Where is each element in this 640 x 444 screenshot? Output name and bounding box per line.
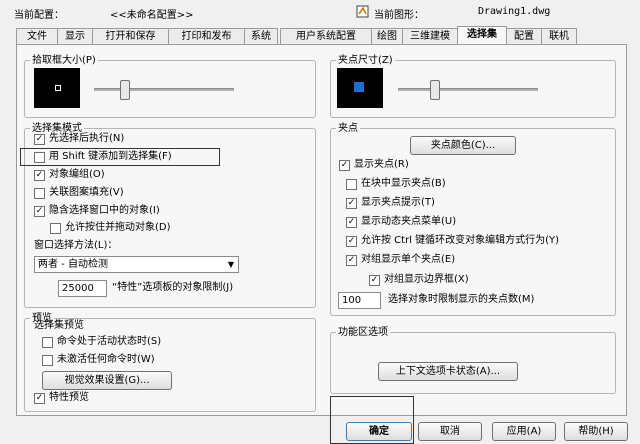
- dynamic-grip-menu-label: 显示动态夹点菜单(U): [361, 216, 457, 227]
- pickbox-title: 拾取框大小(P): [30, 51, 98, 66]
- properties-limit-label: “特性”选项板的对象限制(J): [112, 282, 234, 293]
- grip-size-preview: [337, 68, 383, 108]
- tab-files[interactable]: 文件: [16, 28, 58, 44]
- single-grip-groups-label: 对组显示单个夹点(E): [361, 254, 456, 265]
- grip-tips-label: 显示夹点提示(T): [361, 197, 435, 208]
- window-method-value: 两者 - 自动检测: [38, 259, 108, 270]
- drawing-icon: [356, 5, 370, 18]
- tab-online[interactable]: 联机: [541, 28, 577, 44]
- current-profile-label: 当前配置：: [14, 10, 64, 21]
- grip-tips-checkbox[interactable]: ✓: [346, 198, 357, 209]
- grips-title: 夹点: [336, 119, 360, 134]
- associative-hatch-checkbox[interactable]: [34, 188, 45, 199]
- window-method-select[interactable]: 两者 - 自动检测 ▼: [34, 256, 239, 273]
- show-grips-label: 显示夹点(R): [354, 159, 409, 170]
- implied-windowing-label: 隐含选择窗口中的对象(I): [49, 205, 160, 216]
- tab-3d-modeling[interactable]: 三维建模: [402, 28, 458, 44]
- noun-verb-label: 先选择后执行(N): [49, 133, 125, 144]
- tab-plot-publish[interactable]: 打印和发布: [168, 28, 245, 44]
- press-drag-checkbox[interactable]: [50, 223, 61, 234]
- tab-selection[interactable]: 选择集: [457, 26, 507, 45]
- preview-inactive-checkbox[interactable]: [42, 355, 53, 366]
- chevron-down-icon: ▼: [227, 260, 234, 269]
- tab-open-save[interactable]: 打开和保存: [92, 28, 169, 44]
- single-grip-groups-checkbox[interactable]: ✓: [346, 255, 357, 266]
- apply-button[interactable]: 应用(A): [492, 422, 556, 441]
- shift-add-checkbox[interactable]: [34, 152, 45, 163]
- tab-profiles[interactable]: 配置: [506, 28, 542, 44]
- press-drag-label: 允许按住并拖动对象(D): [65, 222, 171, 233]
- ok-button[interactable]: 确定: [346, 422, 412, 441]
- selection-modes-title: 选择集模式: [30, 119, 84, 134]
- grip-square-icon: [354, 82, 364, 92]
- tab-user-preferences[interactable]: 用户系统配置: [280, 28, 372, 44]
- pickbox-square-icon: [55, 85, 61, 91]
- contextual-tab-states-button[interactable]: 上下文选项卡状态(A)...: [378, 362, 518, 381]
- property-preview-checkbox[interactable]: ✓: [34, 393, 45, 404]
- grip-limit-label: 选择对象时限制显示的夹点数(M): [388, 294, 535, 305]
- group-bounding-box-checkbox[interactable]: ✓: [369, 275, 380, 286]
- shift-add-label: 用 Shift 键添加到选择集(F): [49, 151, 172, 162]
- preview-inactive-label: 未激活任何命令时(W): [57, 354, 155, 365]
- implied-windowing-checkbox[interactable]: ✓: [34, 206, 45, 217]
- pickbox-slider-track[interactable]: [94, 88, 234, 91]
- tab-system[interactable]: 系统: [244, 28, 278, 44]
- grip-limit-input[interactable]: 100: [338, 292, 381, 309]
- ribbon-options-title: 功能区选项: [336, 323, 390, 338]
- grip-size-slider-thumb[interactable]: [430, 80, 440, 100]
- group-bounding-box-label: 对组显示边界框(X): [384, 274, 469, 285]
- current-drawing-label: 当前图形：: [374, 10, 424, 21]
- object-grouping-label: 对象编组(O): [49, 169, 105, 180]
- preview-active-checkbox[interactable]: [42, 337, 53, 348]
- grip-size-title: 夹点尺寸(Z): [336, 51, 395, 66]
- object-grouping-checkbox[interactable]: ✓: [34, 170, 45, 181]
- tab-display[interactable]: 显示: [57, 28, 93, 44]
- pickbox-preview: [34, 68, 80, 108]
- ctrl-cycling-label: 允许按 Ctrl 键循环改变对象编辑方式行为(Y): [361, 235, 560, 246]
- grips-in-blocks-checkbox[interactable]: [346, 179, 357, 190]
- grip-colors-button[interactable]: 夹点颜色(C)...: [410, 136, 516, 155]
- show-grips-checkbox[interactable]: ✓: [339, 160, 350, 171]
- properties-limit-input[interactable]: 25000: [58, 280, 107, 297]
- pickbox-slider-thumb[interactable]: [120, 80, 130, 100]
- preview-active-label: 命令处于活动状态时(S): [57, 336, 162, 347]
- grips-in-blocks-label: 在块中显示夹点(B): [361, 178, 446, 189]
- visual-effect-settings-button[interactable]: 视觉效果设置(G)...: [42, 371, 172, 390]
- property-preview-label: 特性预览: [49, 392, 89, 403]
- current-drawing-value: Drawing1.dwg: [478, 6, 551, 17]
- cancel-button[interactable]: 取消: [418, 422, 482, 441]
- help-button[interactable]: 帮助(H): [564, 422, 628, 441]
- current-profile-value: <<未命名配置>>: [110, 10, 194, 21]
- window-method-label: 窗口选择方法(L)：: [34, 240, 118, 251]
- selection-preview-label: 选择集预览: [34, 320, 84, 331]
- options-dialog: 当前配置： <<未命名配置>> 当前图形： Drawing1.dwg 文件 显示…: [0, 0, 640, 444]
- noun-verb-checkbox[interactable]: ✓: [34, 134, 45, 145]
- tab-drafting[interactable]: 绘图: [371, 28, 403, 44]
- associative-hatch-label: 关联图案填充(V): [49, 187, 124, 198]
- ctrl-cycling-checkbox[interactable]: ✓: [346, 236, 357, 247]
- dynamic-grip-menu-checkbox[interactable]: ✓: [346, 217, 357, 228]
- grip-size-slider-track[interactable]: [398, 88, 538, 91]
